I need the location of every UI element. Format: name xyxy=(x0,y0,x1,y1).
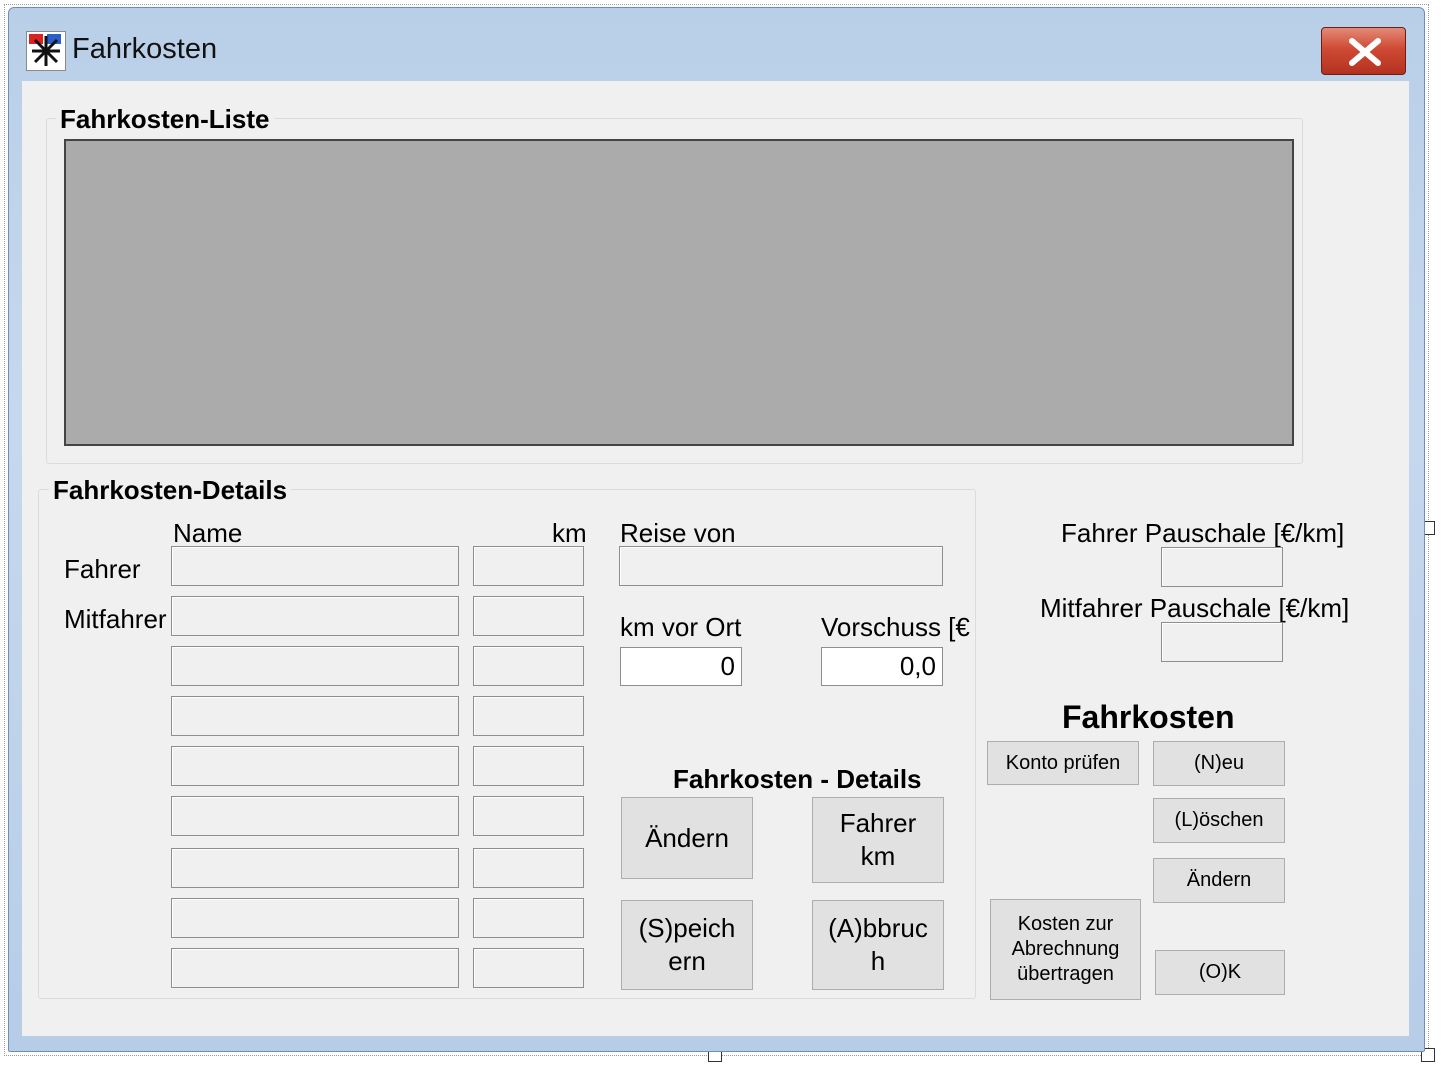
passenger-km-field[interactable] xyxy=(473,596,584,636)
button-label: (L)öschen xyxy=(1174,809,1264,831)
vorschuss-field[interactable]: 0,0 xyxy=(821,647,943,686)
reise-von-label: Reise von xyxy=(620,518,736,548)
list-group-title: Fahrkosten-Liste xyxy=(56,104,274,134)
kosten-uebertragen-button[interactable]: Kosten zur Abrechnung übertragen xyxy=(990,899,1141,1000)
abbruch-button[interactable]: (A)bbruc h xyxy=(812,900,944,990)
passenger-km-field[interactable] xyxy=(473,898,584,938)
button-label-line1: (S)peich xyxy=(638,913,736,943)
passenger-name-field[interactable] xyxy=(171,948,459,988)
details-subtitle: Fahrkosten - Details xyxy=(673,764,922,794)
fahrkosten-list[interactable] xyxy=(64,139,1294,446)
passenger-km-field[interactable] xyxy=(473,696,584,736)
passenger-name-field[interactable] xyxy=(171,646,459,686)
passenger-name-field[interactable] xyxy=(171,848,459,888)
km-vor-ort-field[interactable]: 0 xyxy=(620,647,742,686)
driver-name-field[interactable] xyxy=(171,546,459,586)
button-label-line2: km xyxy=(860,841,896,871)
fahrer-km-button[interactable]: Fahrer km xyxy=(812,797,944,883)
button-label: Ändern xyxy=(1186,869,1252,891)
button-label: (N)eu xyxy=(1193,752,1244,774)
loeschen-button[interactable]: (L)öschen xyxy=(1153,798,1285,843)
reise-von-field[interactable] xyxy=(619,546,943,586)
fahrer-pauschale-label: Fahrer Pauschale [€/km] xyxy=(1061,518,1345,548)
button-label-line3: übertragen xyxy=(1017,963,1114,985)
passenger-name-field[interactable] xyxy=(171,746,459,786)
title-bar[interactable] xyxy=(8,7,1425,81)
button-label-line2: ern xyxy=(668,946,706,976)
passenger-name-field[interactable] xyxy=(171,796,459,836)
passenger-km-field[interactable] xyxy=(473,948,584,988)
driver-label: Fahrer xyxy=(64,554,141,584)
button-label: (O)K xyxy=(1198,961,1242,983)
fahrkosten-heading: Fahrkosten xyxy=(1062,699,1235,735)
passenger-name-field[interactable] xyxy=(171,596,459,636)
button-label-line1: (A)bbruc xyxy=(828,913,928,943)
konto-pruefen-button[interactable]: Konto prüfen xyxy=(987,741,1139,785)
mitfahrer-pauschale-label: Mitfahrer Pauschale [€/km] xyxy=(1040,593,1350,623)
window-title: Fahrkosten xyxy=(72,33,218,65)
name-column-label: Name xyxy=(173,518,243,548)
button-label: Konto prüfen xyxy=(1005,751,1121,774)
km-column-label: km xyxy=(552,518,587,548)
driver-km-field[interactable] xyxy=(473,546,584,586)
button-label-line2: Abrechnung xyxy=(1011,938,1120,960)
passenger-km-field[interactable] xyxy=(473,746,584,786)
details-group-title: Fahrkosten-Details xyxy=(49,475,292,505)
close-button[interactable] xyxy=(1321,27,1406,75)
fahrer-pauschale-field[interactable] xyxy=(1161,547,1283,587)
aendern-button[interactable]: Ändern xyxy=(1153,858,1285,903)
vorschuss-label: Vorschuss [€ xyxy=(821,612,970,642)
button-label-line2: h xyxy=(870,946,886,976)
passenger-km-field[interactable] xyxy=(473,848,584,888)
ok-button[interactable]: (O)K xyxy=(1155,950,1285,995)
neu-button[interactable]: (N)eu xyxy=(1153,741,1285,786)
passenger-label: Mitfahrer xyxy=(64,604,167,634)
button-label-line1: Fahrer xyxy=(839,808,917,838)
aendern-details-button[interactable]: Ändern xyxy=(621,797,753,879)
passenger-km-field[interactable] xyxy=(473,796,584,836)
km-vor-ort-label: km vor Ort xyxy=(620,612,742,642)
speichern-button[interactable]: (S)peich ern xyxy=(621,900,753,990)
passenger-name-field[interactable] xyxy=(171,696,459,736)
button-label-line1: Kosten zur xyxy=(1017,913,1114,935)
close-icon xyxy=(1349,38,1381,66)
button-label: Ändern xyxy=(645,822,729,853)
app-icon xyxy=(26,31,66,71)
passenger-km-field[interactable] xyxy=(473,646,584,686)
mitfahrer-pauschale-field[interactable] xyxy=(1161,622,1283,662)
passenger-name-field[interactable] xyxy=(171,898,459,938)
